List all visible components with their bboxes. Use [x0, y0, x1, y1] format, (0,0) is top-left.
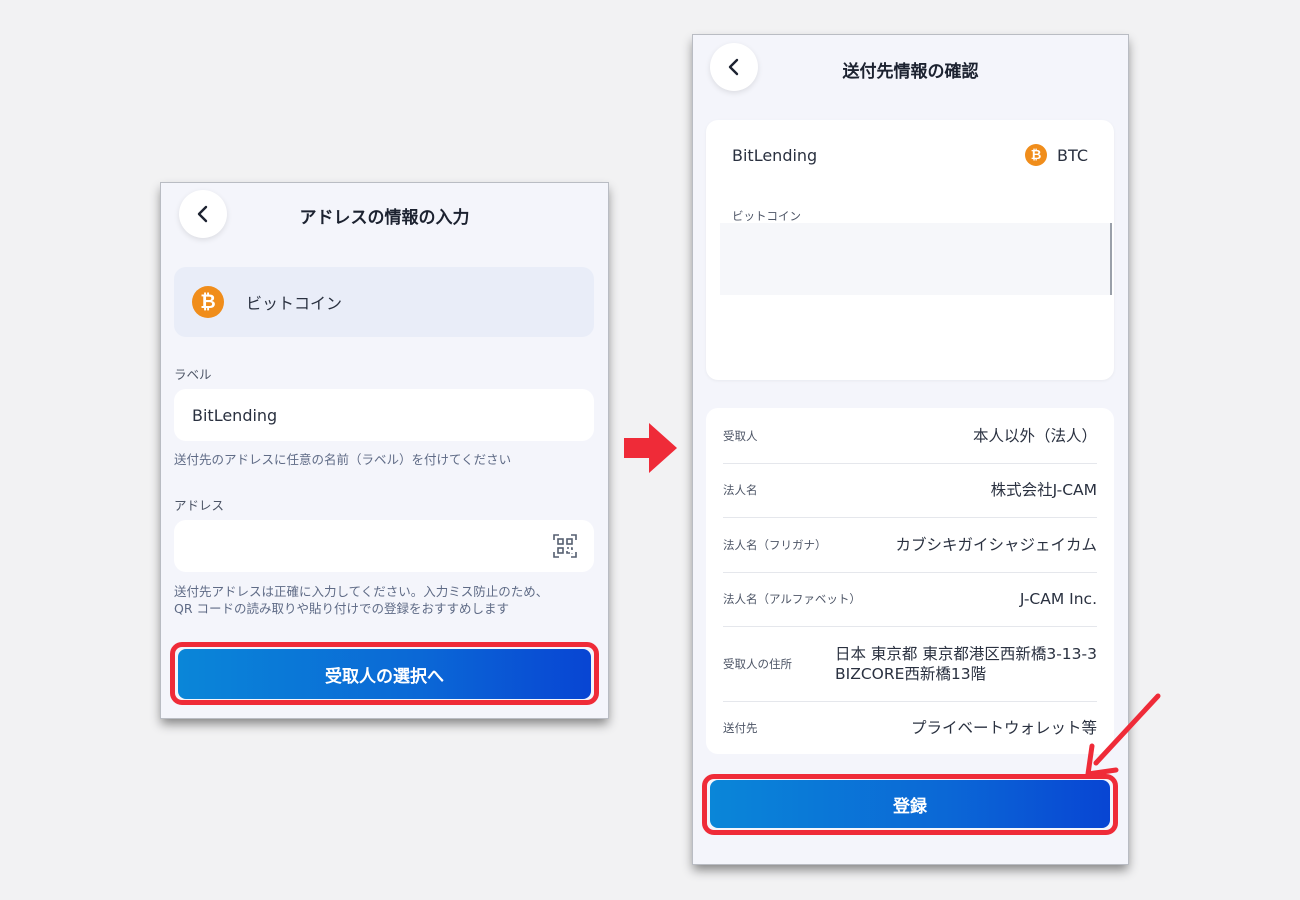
label-hint: 送付先のアドレスに任意の名前（ラベル）を付けてください	[174, 452, 512, 467]
address-hint-line-2: QR コードの読み取りや貼り付けでの登録をおすすめします	[174, 601, 509, 616]
detail-label: 受取人	[723, 428, 758, 443]
detail-row: 法人名 株式会社J-CAM	[723, 463, 1097, 518]
detail-row: 送付先 プライベートウォレット等	[723, 701, 1097, 754]
detail-row: 法人名（フリガナ） カブシキガイシャジェイカム	[723, 517, 1097, 573]
address-line-2: BIZCORE西新橋13階	[835, 664, 987, 683]
detail-row: 受取人 本人以外（法人）	[723, 408, 1097, 464]
detail-label: 法人名	[723, 483, 758, 497]
detail-value: 株式会社J-CAM	[990, 481, 1097, 499]
detail-row: 受取人の住所 日本 東京都 東京都港区西新橋3-13-3 BIZCORE西新橋1…	[723, 626, 1097, 702]
page-title: 送付先情報の確認	[842, 62, 979, 82]
confirm-destination-screen: 送付先情報の確認 BitLending ₿ BTC ビットコイン 受取人 本人以…	[693, 35, 1128, 864]
detail-value: 本人以外（法人）	[972, 426, 1097, 445]
destination-summary-card: BitLending ₿ BTC ビットコイン	[706, 120, 1114, 380]
detail-value: 日本 東京都 東京都港区西新橋3-13-3 BIZCORE西新橋13階	[835, 644, 1097, 684]
coin-name: ビットコイン	[246, 294, 343, 313]
detail-value: J-CAM Inc.	[1019, 590, 1097, 608]
highlight-frame	[702, 774, 1118, 835]
label-field-label: ラベル	[174, 367, 212, 382]
detail-label: 送付先	[723, 720, 758, 735]
detail-label: 法人名（アルファベット）	[723, 592, 861, 606]
qr-scan-icon[interactable]	[553, 534, 577, 558]
card-coin-name: ビットコイン	[732, 209, 801, 223]
card-label-name: BitLending	[732, 146, 818, 165]
detail-label: 法人名（フリガナ）	[723, 537, 827, 552]
label-input-value: BitLending	[192, 405, 278, 425]
page-title: アドレスの情報の入力	[299, 208, 470, 228]
address-field-label: アドレス	[174, 498, 225, 513]
address-hint-line-1: 送付先アドレスは正確に入力してください。入力ミス防止のため、	[174, 584, 549, 599]
selected-coin-card: ₿ ビットコイン	[174, 267, 594, 337]
right-arrow-icon	[624, 423, 677, 473]
address-hint: 送付先アドレスは正確に入力してください。入力ミス防止のため、 QR コードの読み…	[174, 583, 594, 617]
bitcoin-icon: ₿	[192, 286, 224, 318]
card-currency: ₿ BTC	[1025, 144, 1088, 166]
address-input-screen: アドレスの情報の入力 ₿ ビットコイン ラベル BitLending 送付先のア…	[161, 183, 608, 718]
address-line-1: 日本 東京都 東京都港区西新橋3-13-3	[835, 644, 1097, 663]
detail-row: 法人名（アルファベット） J-CAM Inc.	[723, 572, 1097, 627]
detail-value: カブシキガイシャジェイカム	[895, 535, 1097, 554]
label-input[interactable]: BitLending	[174, 389, 594, 441]
bitcoin-icon: ₿	[1025, 144, 1048, 166]
currency-code: BTC	[1057, 145, 1088, 165]
diagonal-arrow-icon	[1085, 693, 1161, 777]
address-display-area	[720, 223, 1112, 295]
recipient-details-list: 受取人 本人以外（法人） 法人名 株式会社J-CAM 法人名（フリガナ） カブシ…	[706, 408, 1114, 754]
highlight-frame	[170, 642, 599, 705]
detail-value: プライベートウォレット等	[910, 718, 1097, 737]
address-input[interactable]	[174, 520, 594, 572]
detail-label: 受取人の住所	[723, 656, 792, 671]
